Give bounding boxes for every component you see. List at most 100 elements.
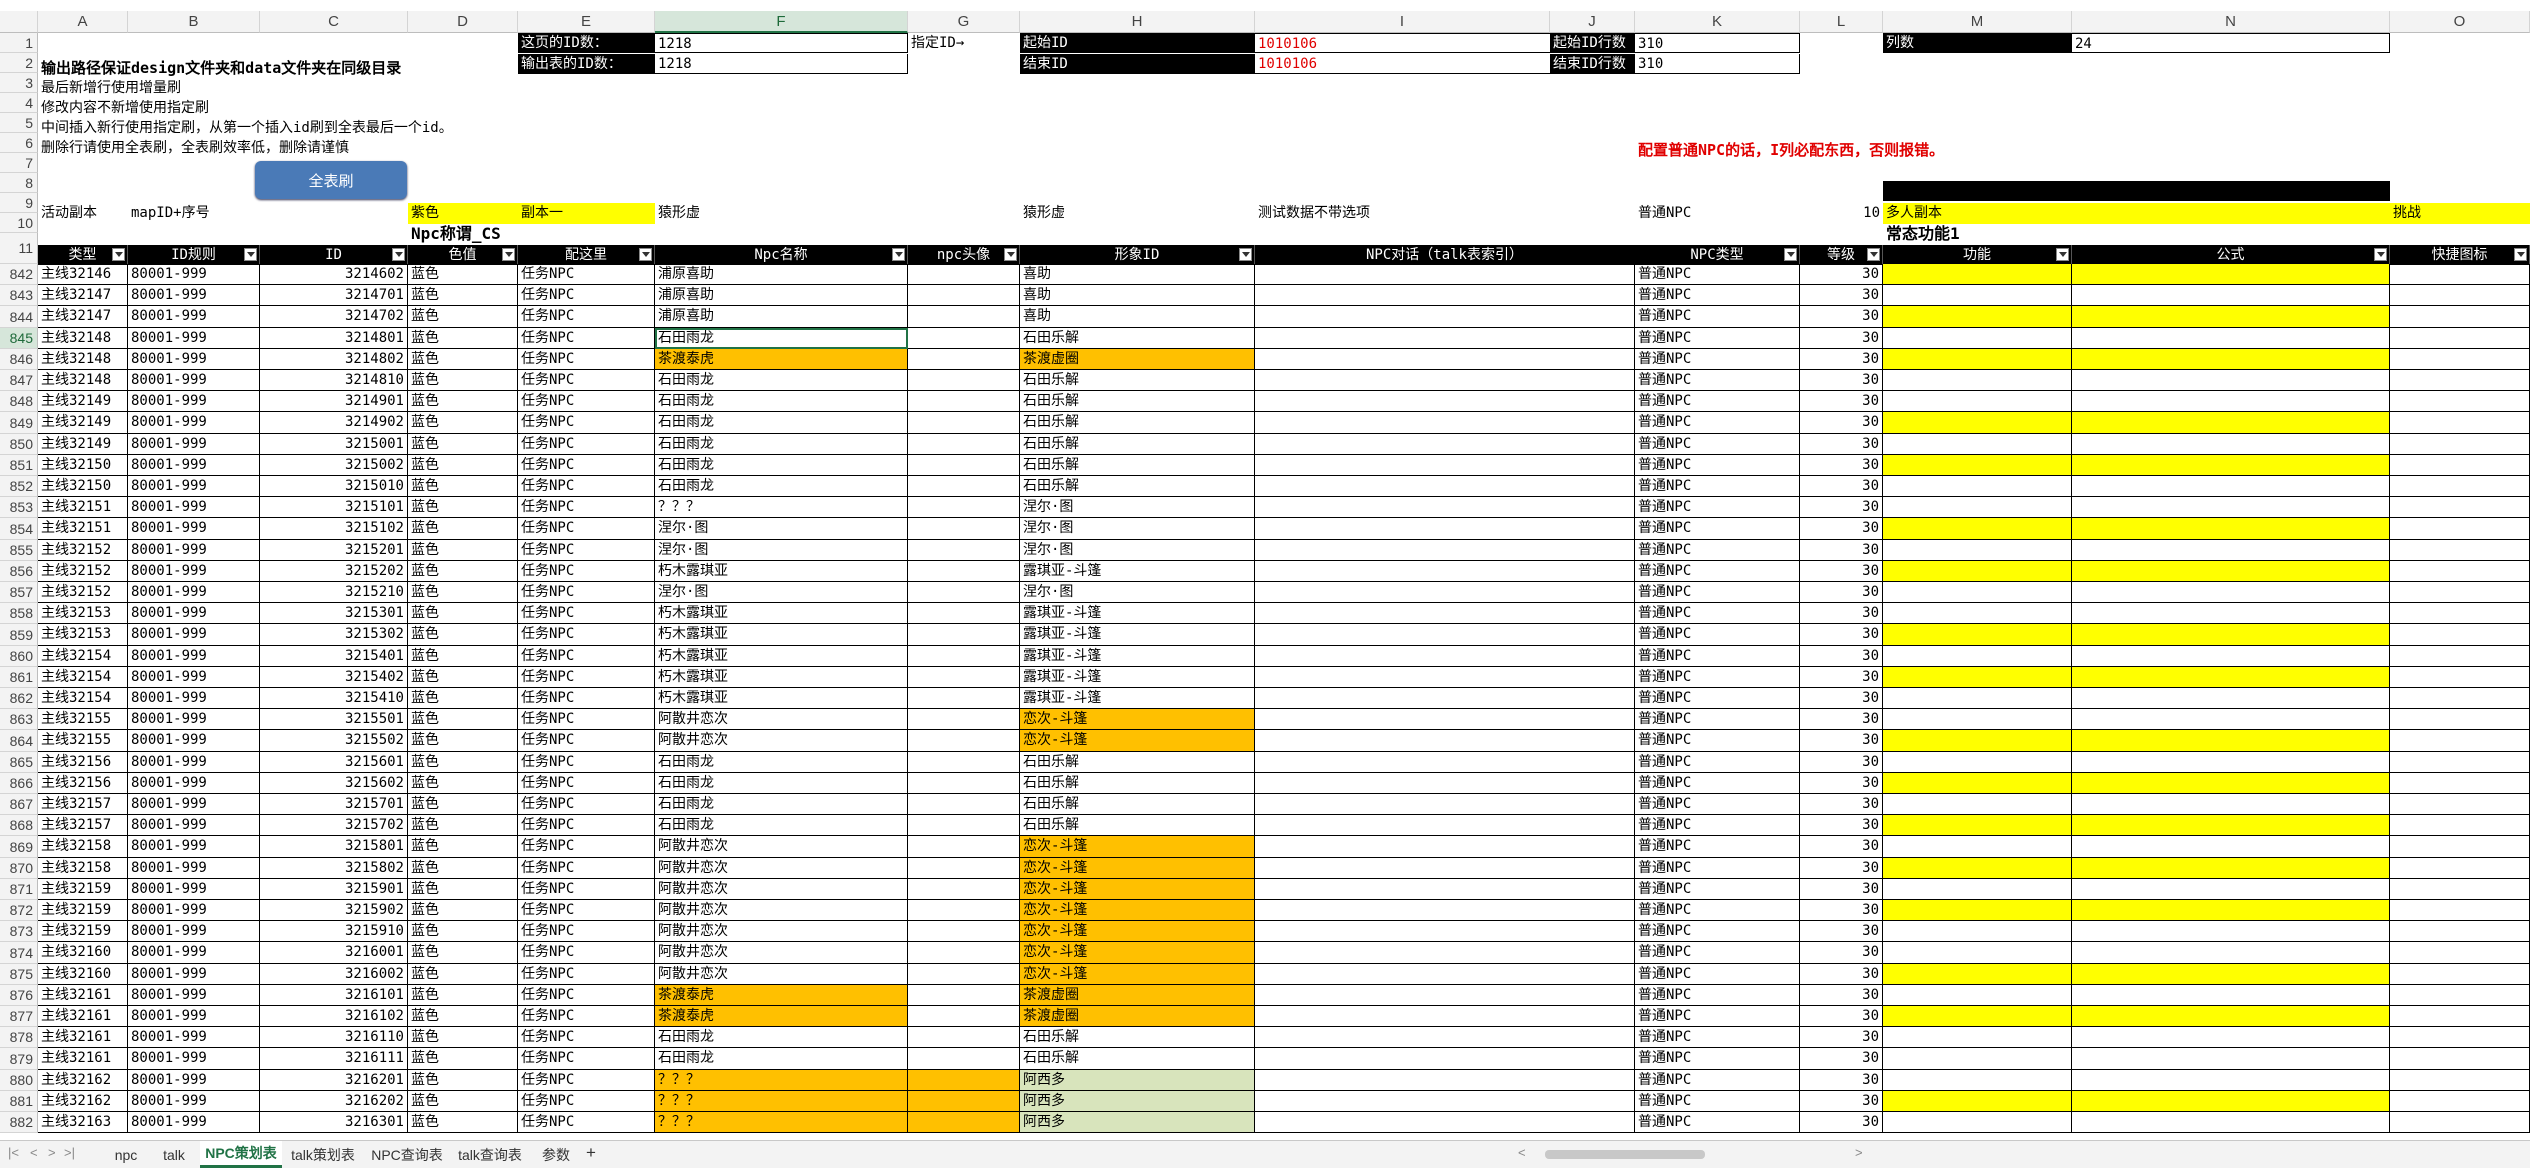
cell-id[interactable]: 3216202: [260, 1091, 408, 1112]
cell-npc-name[interactable]: ？？？: [655, 1112, 908, 1133]
cell-function[interactable]: [1883, 370, 2072, 391]
cell-level[interactable]: 30: [1800, 709, 1883, 730]
row-header[interactable]: 878: [0, 1027, 38, 1048]
cell-dialog[interactable]: [1255, 391, 1635, 412]
cell-color[interactable]: 蓝色: [408, 667, 518, 688]
row-header[interactable]: 844: [0, 306, 38, 328]
column-header-o[interactable]: O: [2390, 11, 2530, 33]
row-header[interactable]: 850: [0, 434, 38, 455]
cell-function[interactable]: [1883, 964, 2072, 985]
cell-model-id[interactable]: 石田乐解: [1020, 1027, 1255, 1048]
cell-id-rule[interactable]: 80001-999: [128, 752, 260, 773]
cell-shortcut-icon[interactable]: [2390, 476, 2530, 497]
cell-model-id[interactable]: 恋次-斗篷: [1020, 709, 1255, 730]
cell-formula[interactable]: [2072, 1070, 2390, 1091]
cell-id[interactable]: 3214602: [260, 264, 408, 285]
cell-shortcut-icon[interactable]: [2390, 667, 2530, 688]
row-header[interactable]: 846: [0, 349, 38, 370]
cell-id-rule[interactable]: 80001-999: [128, 858, 260, 879]
cell-shortcut-icon[interactable]: [2390, 921, 2530, 942]
cell-id[interactable]: 3215202: [260, 561, 408, 582]
add-sheet-icon[interactable]: +: [586, 1143, 596, 1163]
cell-formula[interactable]: [2072, 773, 2390, 794]
cell-npc-avatar[interactable]: [908, 391, 1020, 412]
cell-shortcut-icon[interactable]: [2390, 624, 2530, 646]
cell-npc-avatar[interactable]: [908, 709, 1020, 730]
cell-id[interactable]: 3215402: [260, 667, 408, 688]
row-header[interactable]: 854: [0, 518, 38, 540]
cell-type[interactable]: 主线32157: [38, 794, 128, 815]
cell-model-id[interactable]: 阿西多: [1020, 1112, 1255, 1133]
cell-config[interactable]: 任务NPC: [518, 836, 655, 858]
cell-formula[interactable]: [2072, 391, 2390, 412]
cell-level[interactable]: 30: [1800, 667, 1883, 688]
cell-id[interactable]: 3215101: [260, 497, 408, 518]
cell-npc-avatar[interactable]: [908, 370, 1020, 391]
sheet-tab[interactable]: talk策划表: [284, 1141, 362, 1168]
cell-config[interactable]: 任务NPC: [518, 540, 655, 561]
column-header-l[interactable]: L: [1800, 11, 1883, 33]
cell-color[interactable]: 蓝色: [408, 624, 518, 646]
cell-level[interactable]: 30: [1800, 412, 1883, 434]
cell-model-id[interactable]: 露琪亚-斗篷: [1020, 646, 1255, 667]
cell-type[interactable]: 主线32158: [38, 836, 128, 858]
cell-formula[interactable]: [2072, 900, 2390, 921]
cell-id[interactable]: 3215602: [260, 773, 408, 794]
cell-id[interactable]: 3216301: [260, 1112, 408, 1133]
cell-npc-type[interactable]: 普通NPC: [1635, 264, 1800, 285]
cell-shortcut-icon[interactable]: [2390, 836, 2530, 858]
cell-npc-type[interactable]: 普通NPC: [1635, 455, 1800, 476]
cell-model-id[interactable]: 石田乐解: [1020, 773, 1255, 794]
cell-config[interactable]: 任务NPC: [518, 1070, 655, 1091]
cell-color[interactable]: 蓝色: [408, 730, 518, 752]
cell-id[interactable]: 3215102: [260, 518, 408, 540]
cell-type[interactable]: 主线32157: [38, 815, 128, 836]
row-header[interactable]: 857: [0, 582, 38, 603]
cell-npc-avatar[interactable]: [908, 815, 1020, 836]
cell-dialog[interactable]: [1255, 370, 1635, 391]
cell-id-rule[interactable]: 80001-999: [128, 1027, 260, 1048]
cell-id-rule[interactable]: 80001-999: [128, 709, 260, 730]
cell-id[interactable]: 3215201: [260, 540, 408, 561]
cell-function[interactable]: [1883, 264, 2072, 285]
cell-config[interactable]: 任务NPC: [518, 412, 655, 434]
cell-config[interactable]: 任务NPC: [518, 561, 655, 582]
cell-color[interactable]: 蓝色: [408, 349, 518, 370]
cell-type[interactable]: 主线32153: [38, 603, 128, 624]
cell-npc-type[interactable]: 普通NPC: [1635, 624, 1800, 646]
cell-shortcut-icon[interactable]: [2390, 858, 2530, 879]
cell-function[interactable]: [1883, 646, 2072, 667]
cell-function[interactable]: [1883, 985, 2072, 1006]
row9-l[interactable]: 10: [1800, 203, 1883, 223]
filter-dropdown-icon[interactable]: [244, 248, 257, 261]
row9-k[interactable]: 普通NPC: [1635, 203, 1691, 223]
cell-type[interactable]: 主线32162: [38, 1091, 128, 1112]
cell-npc-type[interactable]: 普通NPC: [1635, 1091, 1800, 1112]
cell-npc-avatar[interactable]: [908, 328, 1020, 349]
row-header[interactable]: 11: [0, 233, 38, 264]
cell-dialog[interactable]: [1255, 540, 1635, 561]
cell-type[interactable]: 主线32159: [38, 921, 128, 942]
cell-npc-type[interactable]: 普通NPC: [1635, 879, 1800, 900]
row-header[interactable]: 867: [0, 794, 38, 815]
row9-m[interactable]: 多人副本: [1883, 203, 2390, 224]
cell-id-rule[interactable]: 80001-999: [128, 1112, 260, 1133]
cell-npc-name[interactable]: 阿散井恋次: [655, 730, 908, 752]
cell-function[interactable]: [1883, 434, 2072, 455]
row-header[interactable]: 8: [0, 173, 38, 193]
cell-id-rule[interactable]: 80001-999: [128, 836, 260, 858]
cell-function[interactable]: [1883, 794, 2072, 815]
cell-dialog[interactable]: [1255, 1027, 1635, 1048]
row-header[interactable]: 864: [0, 730, 38, 752]
cell-shortcut-icon[interactable]: [2390, 900, 2530, 921]
cell-level[interactable]: 30: [1800, 964, 1883, 985]
cell-level[interactable]: 30: [1800, 370, 1883, 391]
cell-id-rule[interactable]: 80001-999: [128, 561, 260, 582]
cell-color[interactable]: 蓝色: [408, 836, 518, 858]
cell-model-id[interactable]: 石田乐解: [1020, 370, 1255, 391]
column-header-e[interactable]: E: [518, 11, 655, 33]
horizontal-scrollbar[interactable]: [1545, 1150, 1705, 1159]
cell-formula[interactable]: [2072, 540, 2390, 561]
cell-model-id[interactable]: 恋次-斗篷: [1020, 942, 1255, 964]
cell-level[interactable]: 30: [1800, 434, 1883, 455]
